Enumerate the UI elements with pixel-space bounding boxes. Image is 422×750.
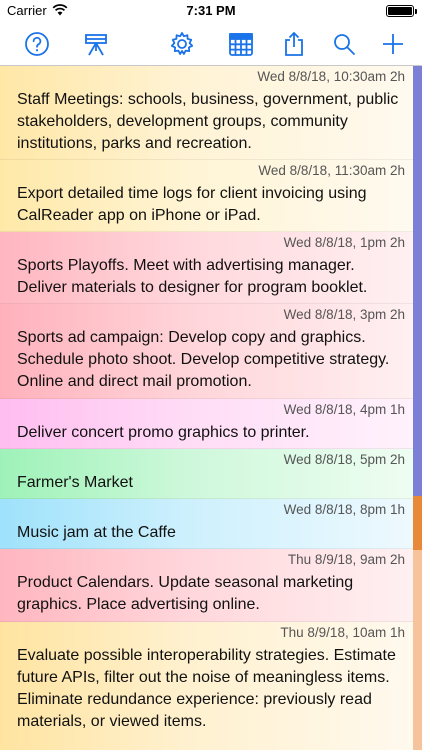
- event-datetime: Wed 8/8/18, 5pm 2h: [283, 452, 405, 467]
- event-row[interactable]: Thu 8/9/18, 9am 2h Product Calendars. Up…: [0, 549, 413, 622]
- event-row[interactable]: Wed 8/8/18, 4pm 1h Deliver concert promo…: [0, 399, 413, 449]
- clock-time: 7:31 PM: [186, 3, 236, 18]
- event-datetime: Wed 8/8/18, 4pm 1h: [283, 402, 405, 417]
- gear-icon: [170, 32, 194, 55]
- calendar-grid-icon: [229, 33, 253, 56]
- question-circle-icon: [25, 32, 49, 56]
- event-datetime: Thu 8/9/18, 9am 2h: [287, 552, 405, 567]
- easel-icon: [85, 34, 107, 56]
- event-datetime: Wed 8/8/18, 11:30am 2h: [258, 163, 405, 178]
- event-datetime: Thu 8/9/18, 10am 1h: [280, 625, 405, 640]
- calendar-color-segment: [413, 550, 422, 750]
- event-row[interactable]: Thu 8/9/18, 10am 1h Evaluate possible in…: [0, 622, 413, 750]
- settings-button[interactable]: [166, 28, 198, 60]
- search-icon: [334, 34, 355, 55]
- status-bar: Carrier 7:31 PM: [0, 0, 422, 22]
- event-datetime: Wed 8/8/18, 3pm 2h: [283, 307, 405, 322]
- event-row[interactable]: Wed 8/8/18, 8pm 1h Music jam at the Caff…: [0, 499, 413, 549]
- event-datetime: Wed 8/8/18, 1pm 2h: [283, 235, 405, 250]
- share-icon: [285, 31, 303, 56]
- plus-icon: [383, 34, 403, 54]
- event-row[interactable]: Wed 8/8/18, 10:30am 2h Staff Meetings: s…: [0, 66, 413, 160]
- event-row[interactable]: Wed 8/8/18, 1pm 2h Sports Playoffs. Meet…: [0, 232, 413, 304]
- battery-icon: [386, 5, 417, 17]
- calendar-button[interactable]: [225, 28, 257, 60]
- event-row[interactable]: Wed 8/8/18, 5pm 2h Farmer's Market: [0, 449, 413, 499]
- add-button[interactable]: [377, 28, 409, 60]
- event-list[interactable]: Wed 8/8/18, 10:30am 2h Staff Meetings: s…: [0, 66, 413, 750]
- calendar-color-strip: [413, 66, 422, 750]
- calendar-color-segment: [413, 496, 422, 550]
- easel-button[interactable]: [80, 28, 112, 60]
- share-button[interactable]: [278, 28, 310, 60]
- help-button[interactable]: [21, 28, 53, 60]
- calendar-color-segment: [413, 66, 422, 496]
- event-datetime: Wed 8/8/18, 10:30am 2h: [257, 69, 405, 84]
- event-row[interactable]: Wed 8/8/18, 11:30am 2h Export detailed t…: [0, 160, 413, 232]
- toolbar: [0, 22, 422, 66]
- event-datetime: Wed 8/8/18, 8pm 1h: [283, 502, 405, 517]
- search-button[interactable]: [328, 28, 360, 60]
- event-row[interactable]: Wed 8/8/18, 3pm 2h Sports ad campaign: D…: [0, 304, 413, 399]
